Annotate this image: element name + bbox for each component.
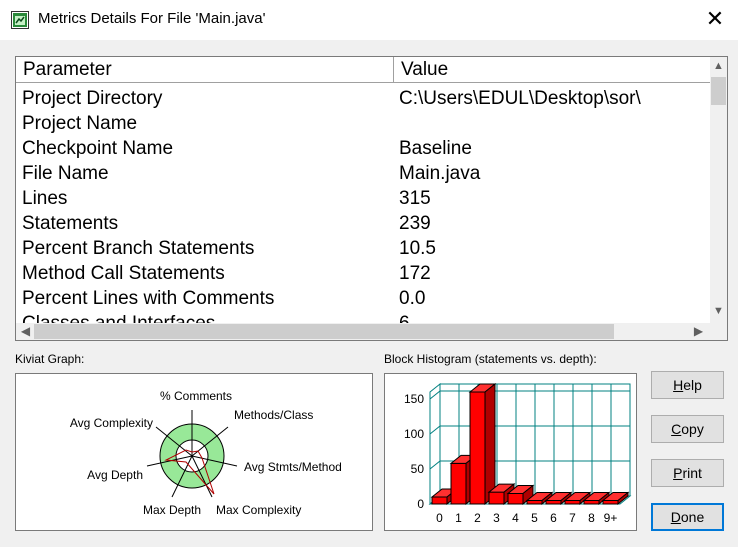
table-row[interactable]: Checkpoint Name Baseline — [16, 136, 712, 161]
histogram-x-tick-label: 5 — [531, 511, 538, 525]
kiviat-graph-label: Kiviat Graph: — [15, 352, 85, 366]
histogram-bar — [583, 500, 600, 505]
table-row[interactable]: Lines 315 — [16, 186, 712, 211]
histogram-bar — [526, 500, 543, 505]
scroll-right-icon[interactable]: ▶ — [690, 323, 707, 340]
scrollbar-corner — [710, 323, 727, 340]
kiviat-axis-label: Avg Complexity — [70, 416, 153, 430]
row-value: C:\Users\EDUL\Desktop\sor\ — [399, 88, 641, 109]
histogram-bar — [507, 493, 524, 505]
row-value: 315 — [399, 188, 431, 209]
scroll-down-icon[interactable]: ▼ — [710, 303, 727, 320]
title-bar: Metrics Details For File 'Main.java' ✕ — [0, 0, 738, 40]
table-row[interactable]: Method Call Statements 172 — [16, 261, 712, 286]
row-value: 239 — [399, 213, 431, 234]
row-parameter: Percent Lines with Comments — [22, 288, 275, 309]
help-button[interactable]: Help — [651, 371, 724, 399]
vertical-scrollbar[interactable]: ▲ ▼ — [710, 57, 727, 324]
table-row[interactable]: Statements 239 — [16, 211, 712, 236]
vertical-scroll-thumb[interactable] — [711, 77, 726, 105]
row-value: Main.java — [399, 163, 481, 184]
histogram-bar — [564, 500, 581, 505]
histogram-x-tick-label: 0 — [436, 511, 443, 525]
table-row[interactable]: Project Name — [16, 111, 712, 136]
row-parameter: Project Name — [22, 113, 138, 134]
row-value: Baseline — [399, 138, 472, 159]
histogram-x-tick-label: 1 — [455, 511, 462, 525]
table-row[interactable]: Project Directory C:\Users\EDUL\Desktop\… — [16, 86, 712, 111]
row-value: 0.0 — [399, 288, 426, 309]
copy-button[interactable]: Copy — [651, 415, 724, 443]
histogram-label: Block Histogram (statements vs. depth): — [384, 352, 597, 366]
row-parameter: Statements — [22, 213, 119, 234]
row-value: 172 — [399, 263, 431, 284]
metrics-list[interactable]: Parameter Value Project Directory C:\Use… — [15, 56, 728, 341]
histogram-x-tick-label: 6 — [550, 511, 557, 525]
histogram-y-tick-label: 150 — [404, 392, 424, 406]
kiviat-axis-label: % Comments — [160, 389, 232, 403]
histogram-y-tick-label: 50 — [411, 462, 425, 476]
row-value: 10.5 — [399, 238, 436, 259]
done-button[interactable]: Done — [651, 503, 724, 531]
close-icon[interactable]: ✕ — [700, 6, 730, 34]
row-parameter: File Name — [22, 163, 109, 184]
histogram-panel: 0 50 100 150 0 1 2 3 4 5 6 7 8 9+ — [384, 373, 637, 531]
kiviat-graph-panel: % Comments Methods/Class Avg Stmts/Metho… — [15, 373, 373, 531]
horizontal-scroll-thumb[interactable] — [34, 324, 614, 339]
histogram-bar — [469, 391, 486, 505]
row-parameter: Percent Branch Statements — [22, 238, 255, 259]
kiviat-axis-label: Max Complexity — [216, 503, 301, 517]
histogram-side-wall — [429, 382, 441, 506]
kiviat-graph: % Comments Methods/Class Avg Stmts/Metho… — [70, 389, 342, 517]
row-parameter: Checkpoint Name — [22, 138, 174, 159]
table-row[interactable]: Percent Lines with Comments 0.0 — [16, 286, 712, 311]
row-parameter: Method Call Statements — [22, 263, 225, 284]
app-icon — [11, 11, 29, 29]
histogram-x-tick-label: 8 — [588, 511, 595, 525]
scroll-up-icon[interactable]: ▲ — [710, 58, 727, 75]
histogram-bar — [488, 491, 505, 505]
histogram-x-tick-label: 7 — [569, 511, 576, 525]
kiviat-axis-label: Max Depth — [143, 503, 201, 517]
table-row[interactable]: Percent Branch Statements 10.5 — [16, 236, 712, 261]
kiviat-axis-label: Methods/Class — [234, 408, 313, 422]
histogram-y-tick-label: 0 — [417, 497, 424, 511]
kiviat-axis-label: Avg Stmts/Method — [244, 460, 342, 474]
column-header-value[interactable]: Value — [394, 57, 712, 83]
horizontal-scrollbar[interactable]: ◀ ▶ — [16, 323, 712, 340]
block-histogram: 0501001500 1 2 3 4 5 6 7 8 9+ — [404, 382, 632, 525]
table-row[interactable]: File Name Main.java — [16, 161, 712, 186]
window-title: Metrics Details For File 'Main.java' — [38, 10, 266, 27]
histogram-x-tick-label: 3 — [493, 511, 500, 525]
row-parameter: Project Directory — [22, 88, 163, 109]
histogram-x-tick-label: 2 — [474, 511, 481, 525]
histogram-bar — [450, 462, 467, 505]
histogram-bar — [602, 500, 619, 505]
histogram-bar — [545, 500, 562, 505]
histogram-y-tick-label: 100 — [404, 427, 424, 441]
column-header-parameter[interactable]: Parameter — [16, 57, 394, 83]
histogram-bar-side — [484, 382, 496, 506]
histogram-bar — [431, 496, 448, 505]
scroll-left-icon[interactable]: ◀ — [17, 323, 34, 340]
print-button[interactable]: Print — [651, 459, 724, 487]
histogram-x-tick-label: 9+ — [604, 511, 618, 525]
row-parameter: Lines — [22, 188, 68, 209]
kiviat-axis-label: Avg Depth — [87, 468, 143, 482]
histogram-x-tick-label: 4 — [512, 511, 519, 525]
